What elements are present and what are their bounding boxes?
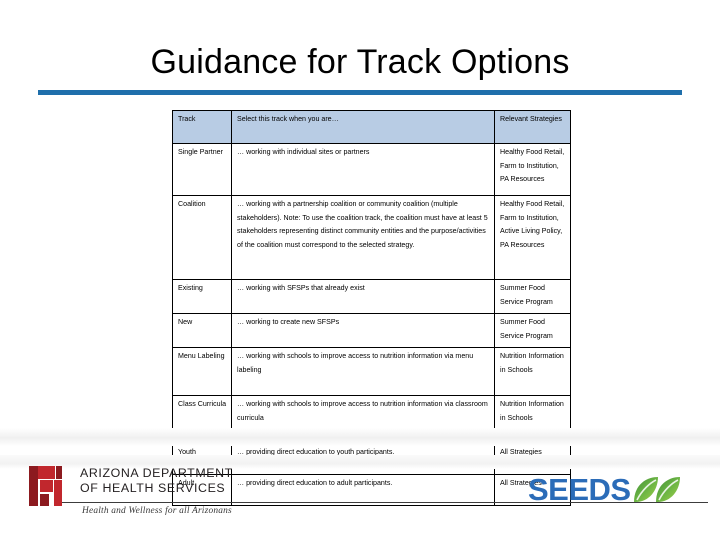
column-header-track: Track xyxy=(172,110,232,144)
adhs-wordmark-line2: OF HEALTH SERVICES xyxy=(80,480,226,495)
title-divider-rule xyxy=(38,90,682,95)
cell-strategies: Healthy Food Retail, Farm to Institution… xyxy=(494,143,571,196)
adhs-wordmark-line1: ARIZONA DEPARTMENT xyxy=(80,466,233,480)
seeds-wordmark: SEEDS xyxy=(528,472,631,507)
adhs-shield-icon xyxy=(28,464,72,508)
table-row: Menu Labeling … working with schools to … xyxy=(172,347,571,396)
seeds-logo: SEEDS xyxy=(528,474,698,510)
cell-description: … working to create new SFSPs xyxy=(231,313,495,348)
table-header-row: Track Select this track when you are… Re… xyxy=(172,110,571,144)
adhs-tagline: Health and Wellness for all Arizonans xyxy=(82,506,232,516)
adhs-logo: ARIZONA DEPARTMENT OF HEALTH SERVICES He… xyxy=(28,464,268,520)
footer-band-upper xyxy=(0,428,720,446)
table-row: Coalition … working with a partnership c… xyxy=(172,195,571,280)
table-row: Single Partner … working with individual… xyxy=(172,143,571,196)
cell-description: … working with a partnership coalition o… xyxy=(231,195,495,280)
leaf-icon xyxy=(632,476,692,506)
cell-track: New xyxy=(172,313,232,348)
cell-track: Single Partner xyxy=(172,143,232,196)
cell-track: Existing xyxy=(172,279,232,314)
column-header-description: Select this track when you are… xyxy=(231,110,495,144)
table-row: Existing … working with SFSPs that alrea… xyxy=(172,279,571,314)
adhs-wordmark: ARIZONA DEPARTMENT OF HEALTH SERVICES xyxy=(80,466,266,495)
cell-track: Menu Labeling xyxy=(172,347,232,396)
cell-description: … providing direct education to adult pa… xyxy=(231,474,495,506)
cell-strategies: Summer Food Service Program xyxy=(494,279,571,314)
cell-description: … working with individual sites or partn… xyxy=(231,143,495,196)
cell-track: Coalition xyxy=(172,195,232,280)
guidance-table: Track Select this track when you are… Re… xyxy=(172,110,571,506)
column-header-strategies: Relevant Strategies xyxy=(494,110,571,144)
cell-description: … working with schools to improve access… xyxy=(231,347,495,396)
cell-description: … working with SFSPs that already exist xyxy=(231,279,495,314)
page-title: Guidance for Track Options xyxy=(150,43,570,81)
cell-strategies: Summer Food Service Program xyxy=(494,313,571,348)
cell-strategies: Nutrition Information in Schools xyxy=(494,347,571,396)
cell-strategies: Healthy Food Retail, Farm to Institution… xyxy=(494,195,571,280)
table-row: New … working to create new SFSPs Summer… xyxy=(172,313,571,348)
